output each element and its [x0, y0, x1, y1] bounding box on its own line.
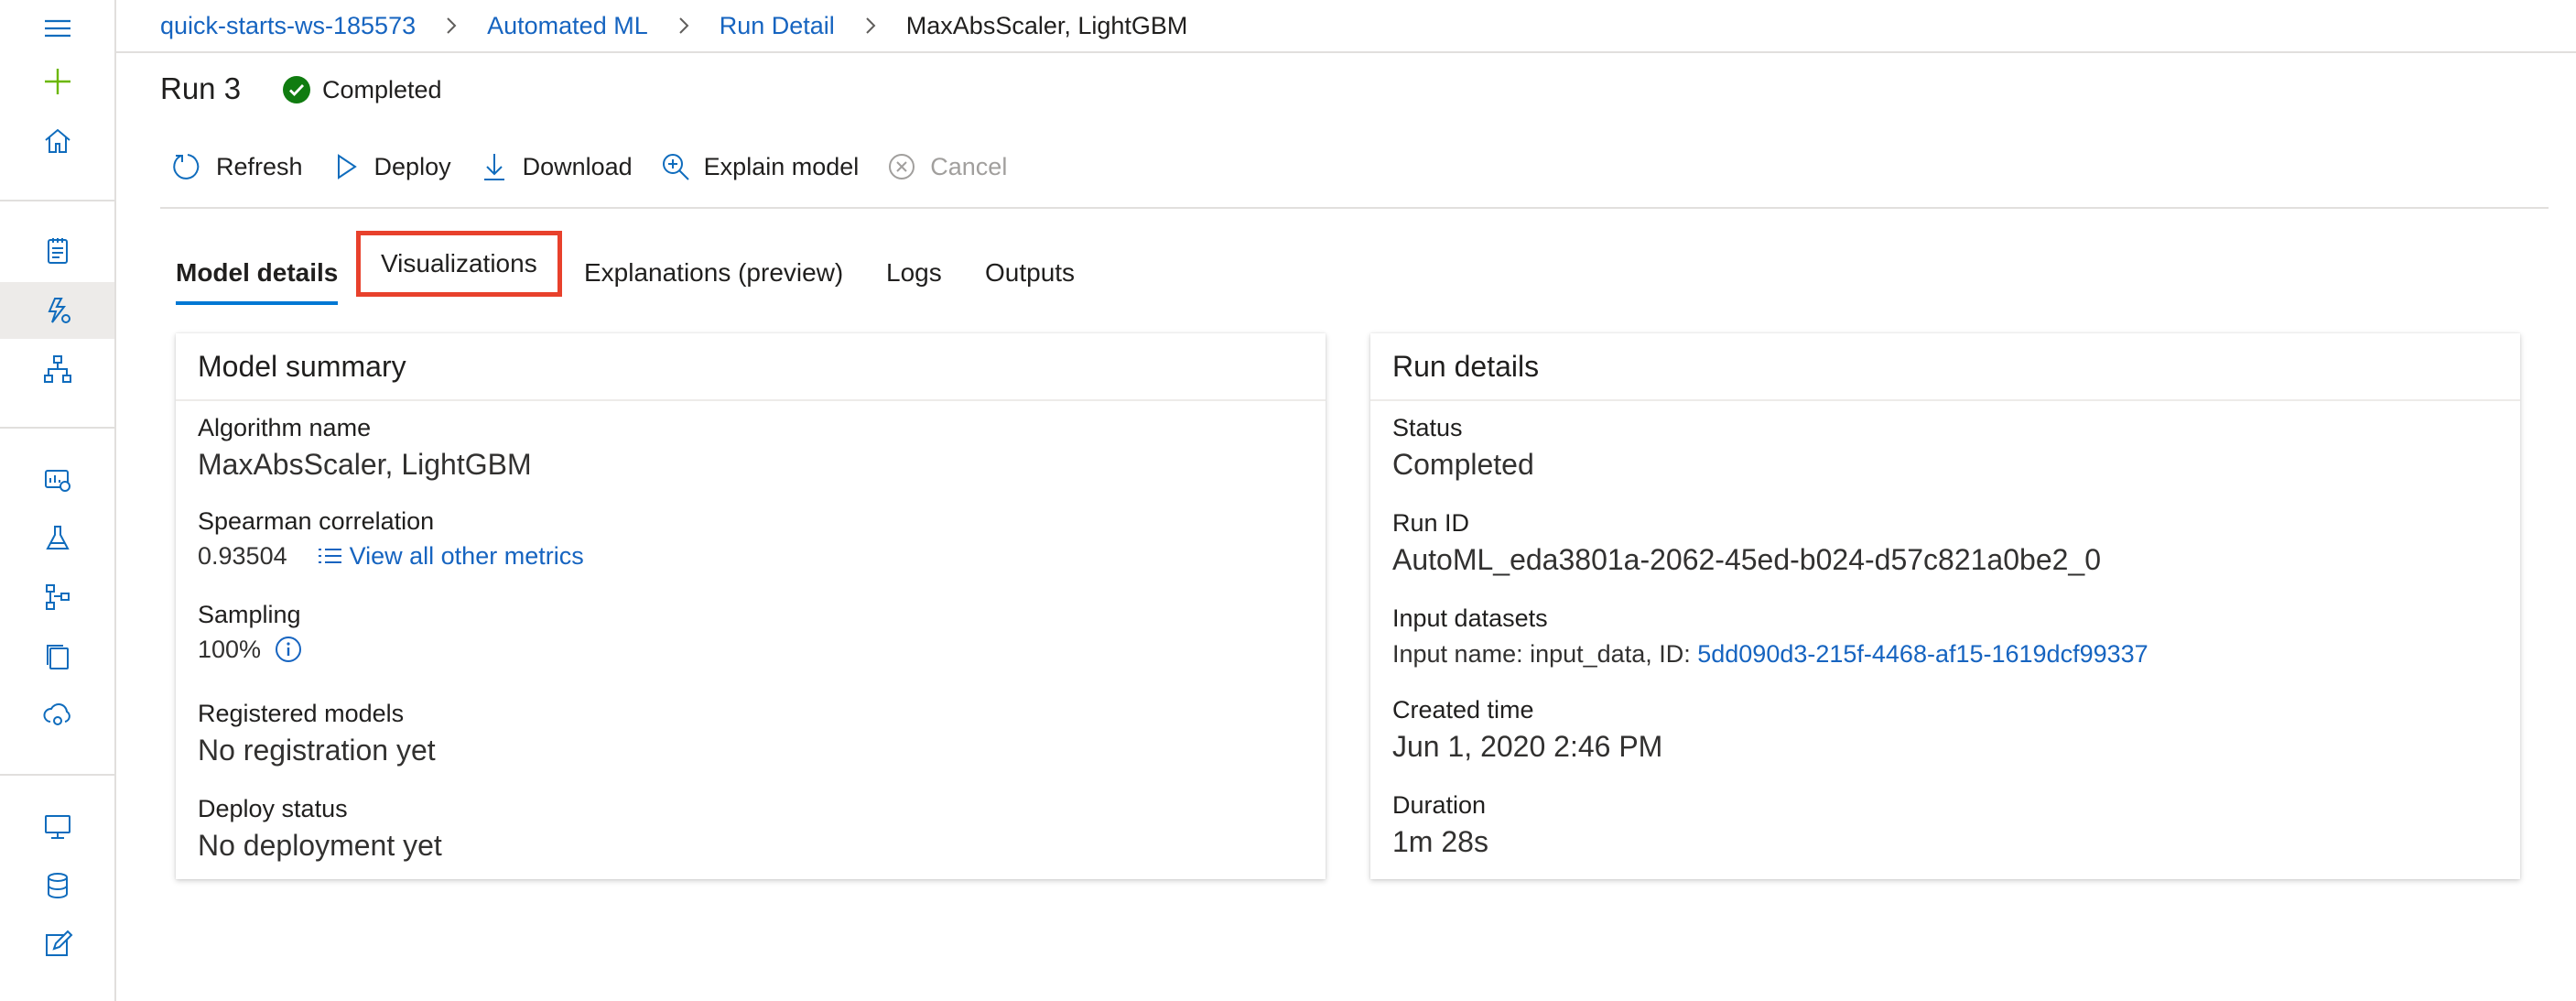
breadcrumb-current: MaxAbsScaler, LightGBM	[905, 11, 1188, 39]
check-circle-icon	[283, 76, 310, 103]
input-datasets-field: Input datasets Input name: input_data, I…	[1392, 604, 2148, 669]
duration-field: Duration 1m 28s	[1392, 791, 1488, 859]
status-label: Status	[1392, 414, 1463, 441]
tab-visualizations[interactable]: Visualizations	[356, 231, 562, 297]
info-icon[interactable]	[274, 635, 303, 664]
spearman-value: 0.93504	[198, 541, 287, 570]
breadcrumb: quick-starts-ws-185573 Automated ML Run …	[160, 9, 1187, 42]
refresh-icon	[173, 154, 200, 180]
created-time-label: Created time	[1392, 696, 1534, 724]
download-label: Download	[522, 152, 633, 180]
command-bar: Refresh Deploy Download Explain model Ca…	[172, 147, 1034, 187]
created-time-value: Jun 1, 2020 2:46 PM	[1392, 730, 1663, 763]
cancel-label: Cancel	[930, 152, 1008, 180]
input-datasets-label: Input datasets	[1392, 604, 1548, 632]
datasets-icon[interactable]	[0, 452, 114, 508]
status-text: Completed	[322, 75, 442, 103]
algorithm-value: MaxAbsScaler, LightGBM	[198, 448, 532, 481]
model-summary-card: Model summary Algorithm name MaxAbsScale…	[176, 333, 1326, 879]
download-button[interactable]: Download	[479, 151, 633, 182]
refresh-button[interactable]: Refresh	[172, 151, 303, 182]
add-icon[interactable]	[0, 53, 114, 110]
run-id-value: AutoML_eda3801a-2062-45ed-b024-d57c821a0…	[1392, 543, 2101, 576]
download-icon	[483, 154, 504, 180]
models-icon[interactable]	[0, 627, 114, 684]
explain-model-button[interactable]: Explain model	[660, 151, 860, 182]
duration-value: 1m 28s	[1392, 825, 1488, 858]
spearman-field: Spearman correlation 0.93504 View all ot…	[198, 507, 584, 571]
deploy-label: Deploy	[373, 152, 451, 180]
model-summary-title: Model summary	[176, 333, 1326, 401]
toolbar-divider	[160, 207, 2549, 209]
compute-icon[interactable]	[0, 799, 114, 855]
run-id-field: Run ID AutoML_eda3801a-2062-45ed-b024-d5…	[1392, 509, 2101, 577]
input-datasets-prefix: Input name: input_data, ID:	[1392, 640, 1691, 668]
view-metrics-label: View all other metrics	[349, 541, 584, 570]
explain-label: Explain model	[703, 152, 860, 180]
duration-label: Duration	[1392, 791, 1487, 819]
hamburger-icon[interactable]	[0, 0, 114, 57]
run-details-title: Run details	[1370, 333, 2520, 401]
spearman-label: Spearman correlation	[198, 507, 435, 535]
registered-models-field: Registered models No registration yet	[198, 700, 436, 767]
tab-logs[interactable]: Logs	[886, 243, 942, 303]
explain-icon	[662, 154, 689, 180]
status-badge: Completed	[282, 75, 442, 104]
home-icon[interactable]	[0, 113, 114, 169]
deploy-button[interactable]: Deploy	[330, 151, 451, 182]
deploy-status-field: Deploy status No deployment yet	[198, 795, 442, 863]
status-value: Completed	[1392, 448, 1534, 481]
registered-label: Registered models	[198, 700, 405, 727]
pipelines-icon[interactable]	[0, 569, 114, 626]
page-title: Run 3	[160, 71, 242, 105]
experiments-icon[interactable]	[0, 510, 114, 567]
refresh-label: Refresh	[216, 152, 303, 180]
endpoints-icon[interactable]	[0, 687, 114, 744]
created-time-field: Created time Jun 1, 2020 2:46 PM	[1392, 696, 1662, 764]
sampling-value: 100%	[198, 635, 262, 663]
registered-value: No registration yet	[198, 734, 436, 767]
algorithm-label: Algorithm name	[198, 414, 372, 441]
left-nav-rail	[0, 0, 116, 1001]
labeling-icon[interactable]	[0, 916, 114, 973]
designer-icon[interactable]	[0, 341, 114, 397]
dataset-id-link[interactable]: 5dd090d3-215f-4468-af15-1619dcf99337	[1697, 640, 2148, 668]
header-divider	[114, 51, 2576, 53]
chevron-right-icon	[866, 17, 876, 34]
status-field: Status Completed	[1392, 414, 1534, 482]
notebook-icon[interactable]	[0, 223, 114, 279]
cancel-button[interactable]: Cancel	[886, 151, 1007, 182]
run-id-label: Run ID	[1392, 509, 1470, 537]
run-details-card: Run details Status Completed Run ID Auto…	[1370, 333, 2520, 879]
breadcrumb-automl[interactable]: Automated ML	[487, 12, 648, 40]
chevron-right-icon	[447, 17, 457, 34]
deploy-status-value: No deployment yet	[198, 829, 442, 862]
tab-outputs[interactable]: Outputs	[985, 243, 1075, 303]
cancel-icon	[889, 154, 915, 180]
deploy-status-label: Deploy status	[198, 795, 348, 822]
breadcrumb-workspace[interactable]: quick-starts-ws-185573	[160, 12, 416, 40]
tab-explanations[interactable]: Explanations (preview)	[584, 243, 843, 303]
chevron-right-icon	[679, 17, 689, 34]
sampling-field: Sampling 100%	[198, 601, 303, 664]
list-icon	[318, 549, 341, 563]
datastores-icon[interactable]	[0, 857, 114, 914]
automl-icon[interactable]	[0, 282, 114, 339]
sampling-label: Sampling	[198, 601, 301, 628]
view-metrics-link[interactable]: View all other metrics	[315, 541, 584, 571]
algorithm-field: Algorithm name MaxAbsScaler, LightGBM	[198, 414, 532, 482]
tab-model-details[interactable]: Model details	[176, 243, 339, 305]
breadcrumb-run-detail[interactable]: Run Detail	[720, 12, 835, 40]
deploy-icon	[337, 154, 357, 180]
